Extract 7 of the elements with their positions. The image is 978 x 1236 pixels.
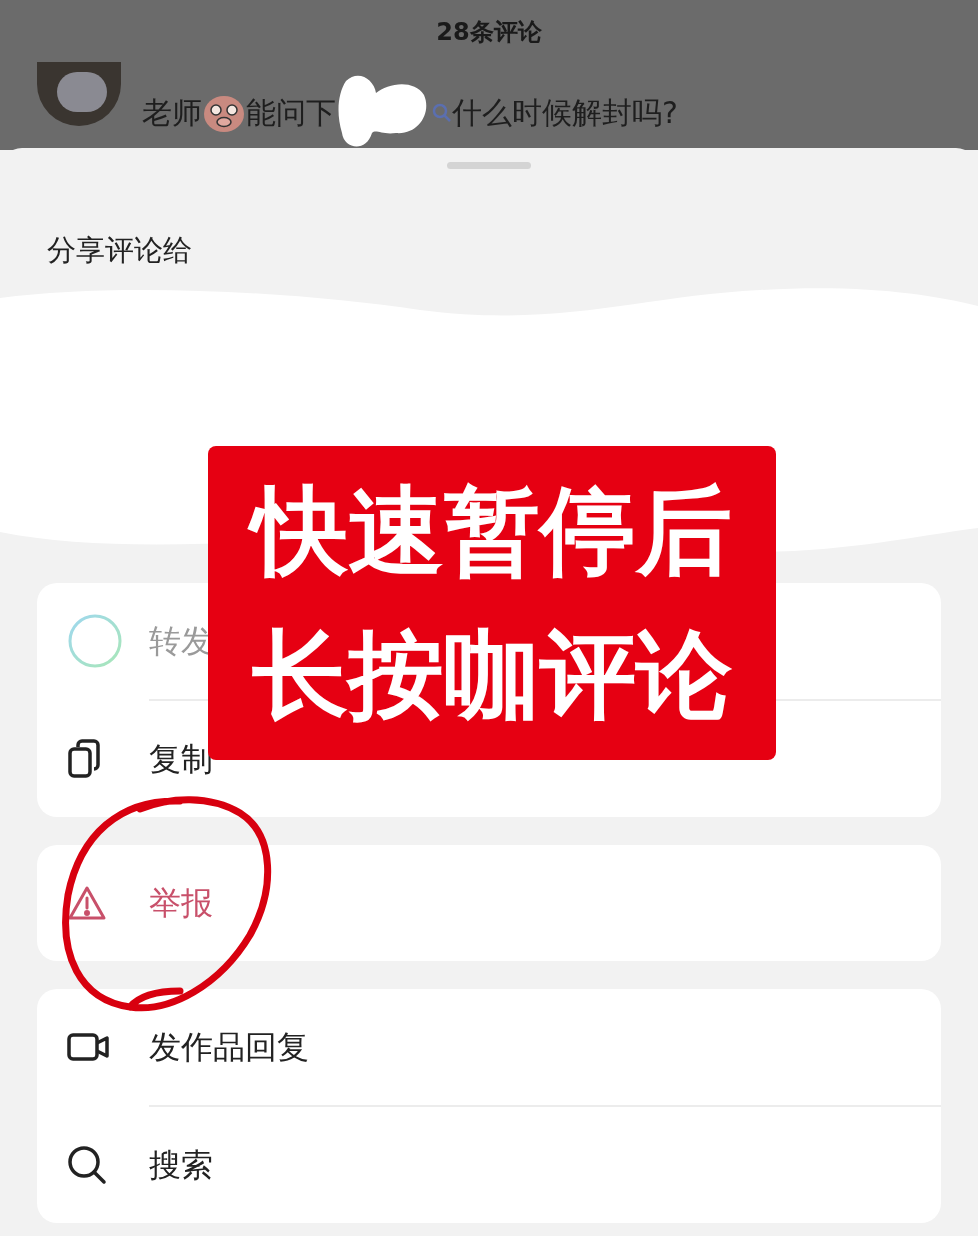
- sheet-title: 分享评论给: [47, 233, 192, 267]
- comment-text: 能问下: [246, 94, 336, 132]
- comment-text: 什么时候解封吗?: [452, 94, 678, 132]
- caption-text: 快速暂停后: [246, 459, 738, 603]
- comment-text: 老师: [142, 94, 202, 132]
- caption-text: 长按咖评论: [251, 618, 733, 733]
- comments-title: 28条评论: [436, 17, 542, 48]
